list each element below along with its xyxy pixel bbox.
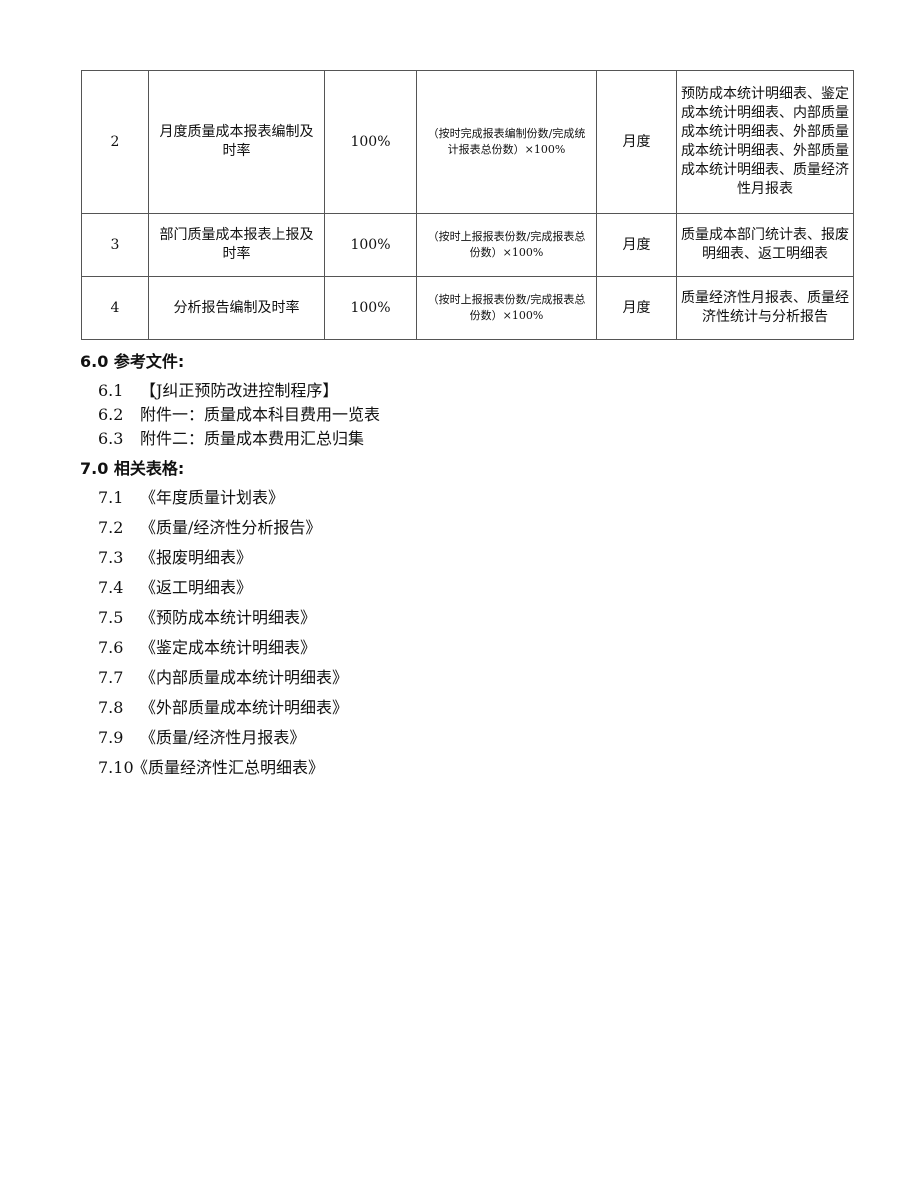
item-number: 7.6 [98, 638, 124, 657]
cell-records: 质量成本部门统计表、报废明细表、返工明细表 [676, 213, 854, 277]
item-number: 7.1 [98, 488, 124, 507]
list-item: 7.1 《年度质量计划表》 [98, 484, 284, 508]
cell-period: 月度 [596, 213, 677, 277]
cell-records: 质量经济性月报表、质量经济性统计与分析报告 [676, 276, 854, 340]
cell-item: 月度质量成本报表编制及时率 [148, 70, 325, 214]
item-number: 7.2 [98, 518, 124, 537]
item-text: 《报废明细表》 [140, 548, 253, 567]
cell-formula: （按时上报报表份数/完成报表总份数）×100% [416, 276, 597, 340]
list-item: 7.9 《质量/经济性月报表》 [98, 724, 305, 748]
item-text: 【J纠正预防改进控制程序】 [140, 381, 339, 400]
cell-no: 4 [81, 276, 149, 340]
list-item: 7.10《质量经济性汇总明细表》 [98, 754, 324, 778]
list-item: 7.5 《预防成本统计明细表》 [98, 604, 316, 628]
item-text: 《质量/经济性分析报告》 [140, 518, 322, 537]
cell-period: 月度 [596, 70, 677, 214]
cell-records: 预防成本统计明细表、鉴定成本统计明细表、内部质量成本统计明细表、外部质量成本统计… [676, 70, 854, 214]
item-number: 7.10 [98, 758, 134, 777]
list-item: 6.3 附件二：质量成本费用汇总归集 [98, 425, 364, 449]
list-item: 7.4 《返工明细表》 [98, 574, 252, 598]
list-item: 6.1 【J纠正预防改进控制程序】 [98, 377, 338, 401]
item-number: 6.3 [98, 429, 124, 448]
cell-target: 100% [324, 213, 417, 277]
cell-formula: （按时上报报表份数/完成报表总份数）×100% [416, 213, 597, 277]
list-item: 7.3 《报废明细表》 [98, 544, 252, 568]
list-item: 7.8 《外部质量成本统计明细表》 [98, 694, 348, 718]
table-row: 3 部门质量成本报表上报及时率 100% （按时上报报表份数/完成报表总份数）×… [81, 213, 854, 277]
section-7-heading: 7.0 相关表格: [80, 459, 185, 478]
cell-target: 100% [324, 70, 417, 214]
item-text: 《质量/经济性月报表》 [140, 728, 306, 747]
cell-target: 100% [324, 276, 417, 340]
cell-item: 分析报告编制及时率 [148, 276, 325, 340]
item-number: 7.4 [98, 578, 124, 597]
table-row: 4 分析报告编制及时率 100% （按时上报报表份数/完成报表总份数）×100%… [81, 276, 854, 340]
list-item: 6.2 附件一：质量成本科目费用一览表 [98, 401, 380, 425]
section-6-heading: 6.0 参考文件: [80, 352, 185, 371]
item-text: 《鉴定成本统计明细表》 [140, 638, 317, 657]
item-number: 6.1 [98, 381, 124, 400]
cell-formula: （按时完成报表编制份数/完成统计报表总份数）×100% [416, 70, 597, 214]
list-item: 7.7 《内部质量成本统计明细表》 [98, 664, 348, 688]
item-number: 7.8 [98, 698, 124, 717]
item-text: 《内部质量成本统计明细表》 [140, 668, 349, 687]
item-number: 7.3 [98, 548, 124, 567]
item-text: 《年度质量计划表》 [140, 488, 285, 507]
item-number: 7.9 [98, 728, 124, 747]
item-text: 附件一：质量成本科目费用一览表 [140, 405, 381, 424]
kpi-table: 2 月度质量成本报表编制及时率 100% （按时完成报表编制份数/完成统计报表总… [81, 70, 854, 340]
cell-no: 3 [81, 213, 149, 277]
item-number: 7.5 [98, 608, 124, 627]
cell-no: 2 [81, 70, 149, 214]
cell-item: 部门质量成本报表上报及时率 [148, 213, 325, 277]
item-number: 7.7 [98, 668, 124, 687]
item-text: 《返工明细表》 [140, 578, 253, 597]
item-text: 《质量经济性汇总明细表》 [132, 758, 325, 777]
item-text: 《外部质量成本统计明细表》 [140, 698, 349, 717]
list-item: 7.2 《质量/经济性分析报告》 [98, 514, 321, 538]
item-number: 6.2 [98, 405, 124, 424]
item-text: 《预防成本统计明细表》 [140, 608, 317, 627]
item-text: 附件二：质量成本费用汇总归集 [140, 429, 365, 448]
list-item: 7.6 《鉴定成本统计明细表》 [98, 634, 316, 658]
table-row: 2 月度质量成本报表编制及时率 100% （按时完成报表编制份数/完成统计报表总… [81, 70, 854, 214]
cell-period: 月度 [596, 276, 677, 340]
